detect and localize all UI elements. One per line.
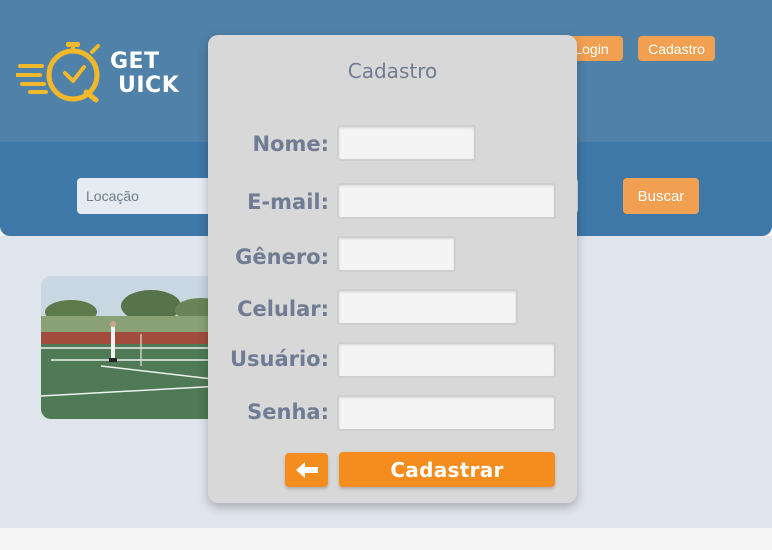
celular-field[interactable]: [337, 289, 518, 325]
cadastro-modal: Cadastro Nome: E-mail: Gênero: Celular: …: [208, 35, 577, 503]
usuario-field[interactable]: [337, 342, 556, 378]
celular-label: Celular:: [237, 297, 329, 321]
buscar-button[interactable]: Buscar: [623, 178, 699, 214]
back-button[interactable]: [285, 453, 328, 487]
arrow-left-icon: [295, 462, 318, 478]
genero-field[interactable]: [337, 236, 456, 272]
logo-text-get: GET: [110, 49, 160, 74]
usuario-label: Usuário:: [229, 347, 329, 371]
get-quick-logo[interactable]: GET UICK: [14, 40, 186, 106]
senha-label: Senha:: [247, 400, 329, 424]
tennis-court-photo: [41, 276, 221, 419]
page-footer: [0, 528, 772, 550]
senha-field[interactable]: [337, 395, 556, 431]
email-field[interactable]: [337, 183, 556, 219]
modal-title: Cadastro: [347, 59, 438, 83]
cadastro-header-button[interactable]: Cadastro: [638, 36, 715, 61]
nome-field[interactable]: [337, 125, 476, 161]
logo-text-uick: UICK: [118, 73, 180, 98]
cadastrar-button[interactable]: Cadastrar: [339, 452, 555, 487]
genero-label: Gênero:: [235, 245, 329, 269]
location-input[interactable]: [77, 178, 217, 214]
email-label: E-mail:: [247, 190, 329, 214]
nome-label: Nome:: [252, 132, 329, 156]
tennis-court-image[interactable]: [41, 276, 221, 419]
